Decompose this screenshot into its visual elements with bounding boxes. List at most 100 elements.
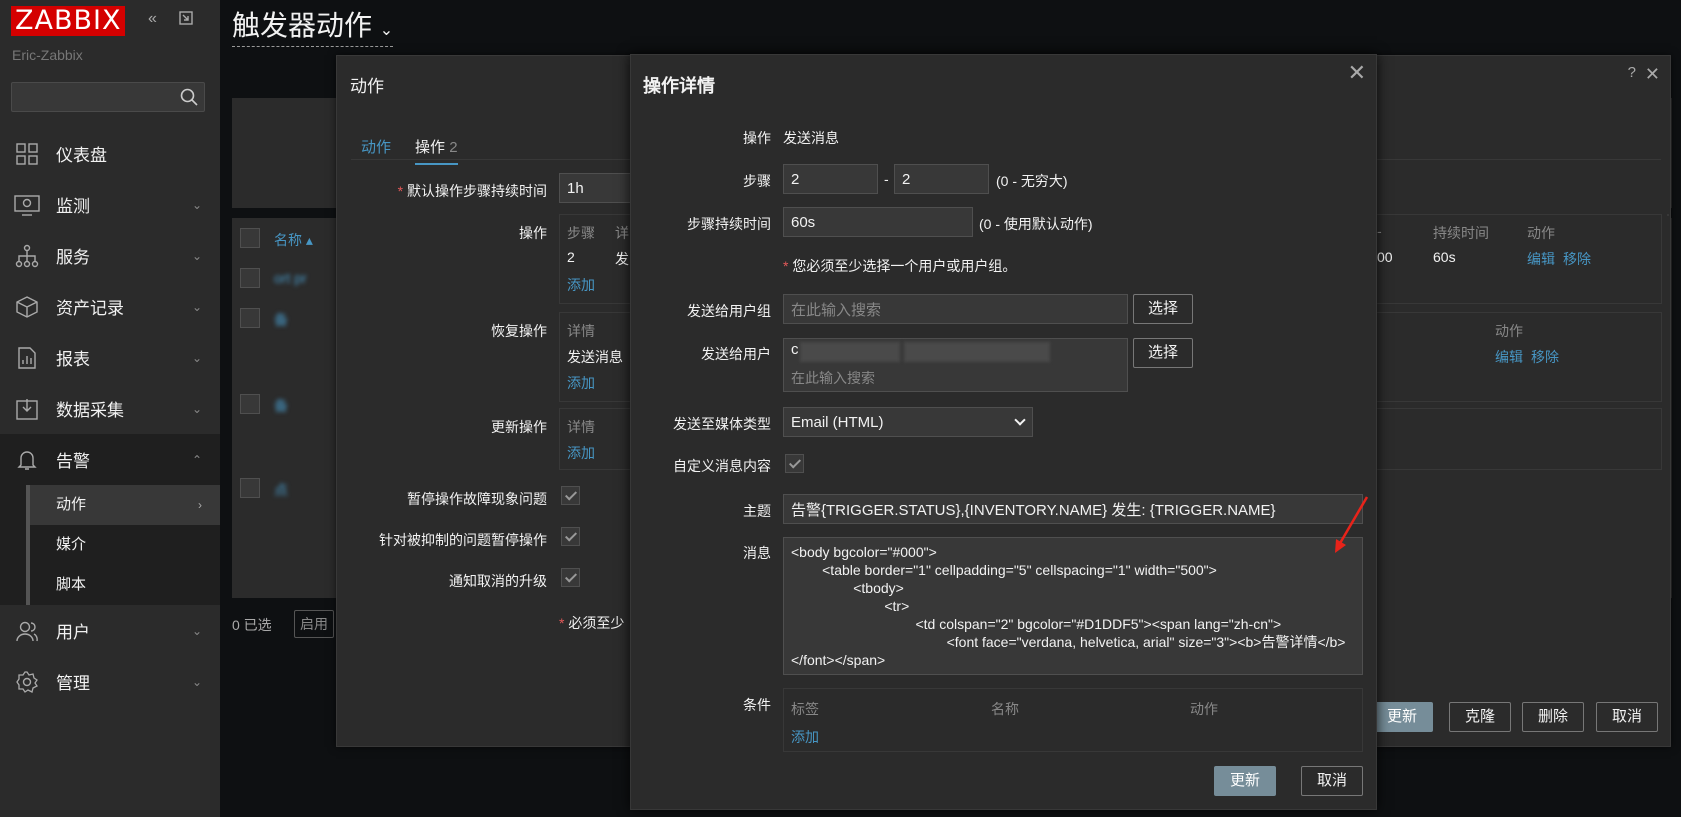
reports-icon xyxy=(14,345,40,371)
edit-recovery-link[interactable]: 编辑 xyxy=(1495,347,1523,367)
message-textarea[interactable]: <body bgcolor="#000"> <table border="1" … xyxy=(783,537,1363,675)
update-operations-table: 详情 添加 xyxy=(559,408,639,470)
select-all-checkbox[interactable] xyxy=(240,228,260,248)
custom-message-label: 自定义消息内容 xyxy=(673,458,771,474)
update-button[interactable]: 更新 xyxy=(1371,702,1433,732)
name-column-header[interactable]: 名称 ▴ xyxy=(274,230,313,250)
kiosk-mode-icon[interactable] xyxy=(178,10,194,31)
chevron-down-icon: ⌄ xyxy=(191,350,202,365)
nav-label: 服务 xyxy=(56,248,90,267)
chevron-down-icon: ⌄ xyxy=(191,401,202,416)
custom-message-checkbox[interactable] xyxy=(785,454,804,473)
subnav-actions[interactable]: 动作 › xyxy=(30,485,220,525)
required-note: * 必须至少 xyxy=(559,615,625,631)
add-operation-link[interactable]: 添加 xyxy=(567,275,595,295)
row-checkbox[interactable] xyxy=(240,394,260,414)
nav-users[interactable]: 用户 ⌄ xyxy=(0,605,220,656)
services-icon xyxy=(14,243,40,269)
edit-operation-link[interactable]: 编辑 xyxy=(1527,249,1555,269)
nav-administration[interactable]: 管理 ⌄ xyxy=(0,656,220,707)
sidebar: ZABBIX « Eric-Zabbix 仪表盘 监测 ⌄ 服务 ⌄ 资产记录 … xyxy=(0,0,220,817)
nav-label: 报表 xyxy=(56,350,90,369)
select-user-groups-button[interactable]: 选择 xyxy=(1133,294,1193,324)
pause-symptoms-checkbox[interactable] xyxy=(561,486,580,505)
user-groups-search-input[interactable]: 在此输入搜索 xyxy=(783,294,1128,324)
default-duration-label: * 默认操作步骤持续时间 xyxy=(397,183,547,199)
nav-dashboard[interactable]: 仪表盘 xyxy=(0,128,220,179)
operations-label: 操作 xyxy=(519,225,547,241)
clone-button[interactable]: 克隆 xyxy=(1449,702,1511,732)
row-checkbox[interactable] xyxy=(240,308,260,328)
tab-action[interactable]: 动作 xyxy=(361,136,391,157)
step-duration-input[interactable]: 60s xyxy=(783,207,973,237)
subnav-media-types[interactable]: 媒介 xyxy=(30,525,220,565)
update-operations-label: 更新操作 xyxy=(491,419,547,435)
table-row[interactable]: 点 xyxy=(274,480,288,500)
row-checkbox[interactable] xyxy=(240,268,260,288)
sidebar-search-input[interactable] xyxy=(11,82,205,112)
subject-input[interactable]: 告警{TRIGGER.STATUS},{INVENTORY.NAME} 发生: … xyxy=(783,494,1363,524)
alerts-submenu: 动作 › 媒介 脚本 xyxy=(0,485,220,605)
message-label: 消息 xyxy=(743,545,771,561)
table-row[interactable]: 备 xyxy=(274,396,288,416)
cancel-button[interactable]: 取消 xyxy=(1596,702,1658,732)
search-icon[interactable] xyxy=(180,88,198,106)
monitoring-icon xyxy=(14,192,40,218)
notify-cancel-checkbox[interactable] xyxy=(561,568,580,587)
help-icon[interactable]: ? xyxy=(1628,64,1636,81)
update-button[interactable]: 更新 xyxy=(1214,766,1276,796)
main-nav: 仪表盘 监测 ⌄ 服务 ⌄ 资产记录 ⌄ 报表 ⌄ 数据采集 ⌄ 告警 ⌃ 动作… xyxy=(0,128,220,707)
nav-monitoring[interactable]: 监测 ⌄ xyxy=(0,179,220,230)
operation-label: 操作 xyxy=(743,130,771,146)
remove-operation-link[interactable]: 移除 xyxy=(1563,249,1591,269)
zabbix-logo[interactable]: ZABBIX xyxy=(11,6,126,36)
subnav-scripts[interactable]: 脚本 xyxy=(30,565,220,605)
collapse-sidebar-icon[interactable]: « xyxy=(148,10,157,28)
add-condition-link[interactable]: 添加 xyxy=(791,727,819,747)
close-icon[interactable]: ✕ xyxy=(1645,64,1660,85)
users-multiselect[interactable]: c 在此输入搜索 xyxy=(783,338,1128,392)
nav-inventory[interactable]: 资产记录 ⌄ xyxy=(0,281,220,332)
remove-recovery-link[interactable]: 移除 xyxy=(1531,347,1559,367)
step-to-input[interactable]: 2 xyxy=(894,164,989,194)
row-checkbox[interactable] xyxy=(240,478,260,498)
selected-count: 0 已选 xyxy=(232,617,272,633)
chevron-down-icon: ⌄ xyxy=(379,22,394,39)
delete-button[interactable]: 删除 xyxy=(1522,702,1584,732)
cancel-button[interactable]: 取消 xyxy=(1301,766,1363,796)
conditions-label: 条件 xyxy=(743,697,771,713)
select-users-button[interactable]: 选择 xyxy=(1133,338,1193,368)
red-arrow-annotation xyxy=(1335,496,1369,553)
data-collection-icon xyxy=(14,396,40,422)
nav-label: 资产记录 xyxy=(56,299,124,318)
nav-data-collection[interactable]: 数据采集 ⌄ xyxy=(0,383,220,434)
nav-alerts[interactable]: 告警 ⌃ xyxy=(0,434,220,485)
nav-services[interactable]: 服务 ⌄ xyxy=(0,230,220,281)
nav-label: 告警 xyxy=(56,452,90,471)
enable-button[interactable]: 启用 xyxy=(294,610,334,638)
step-from-input[interactable]: 2 xyxy=(783,164,878,194)
table-row[interactable]: ort pr xyxy=(274,270,307,286)
media-type-label: 发送至媒体类型 xyxy=(673,416,771,432)
tab-operations[interactable]: 操作 2 xyxy=(415,136,458,165)
required-message: * 您必须至少选择一个用户或用户组。 xyxy=(783,258,1017,274)
add-recovery-link[interactable]: 添加 xyxy=(567,373,595,393)
chevron-down-icon: ⌄ xyxy=(191,248,202,263)
table-row[interactable]: 备 xyxy=(274,310,288,330)
step-hint: (0 - 无穷大) xyxy=(996,173,1068,189)
dialog-title: 动作 xyxy=(350,77,384,96)
add-update-link[interactable]: 添加 xyxy=(567,443,595,463)
conditions-table: 标签 名称 动作 添加 xyxy=(783,688,1363,752)
user-chip[interactable]: c xyxy=(791,341,799,358)
page-title[interactable]: 触发器动作 ⌄ xyxy=(232,4,394,47)
notify-cancel-label: 通知取消的升级 xyxy=(449,573,547,589)
operation-details-dialog: 操作详情 ✕ 操作 发送消息 步骤 2 - 2 (0 - 无穷大) 步骤持续时间… xyxy=(630,54,1377,810)
media-type-select[interactable]: Email (HTML) xyxy=(783,407,1033,437)
close-icon[interactable]: ✕ xyxy=(1348,60,1366,86)
operations-table: 步骤 详 2 发 添加 xyxy=(559,214,639,304)
users-search-input[interactable]: 在此输入搜索 xyxy=(791,368,875,388)
alerts-icon xyxy=(14,447,40,473)
inventory-icon xyxy=(14,294,40,320)
nav-reports[interactable]: 报表 ⌄ xyxy=(0,332,220,383)
pause-suppressed-checkbox[interactable] xyxy=(561,527,580,546)
